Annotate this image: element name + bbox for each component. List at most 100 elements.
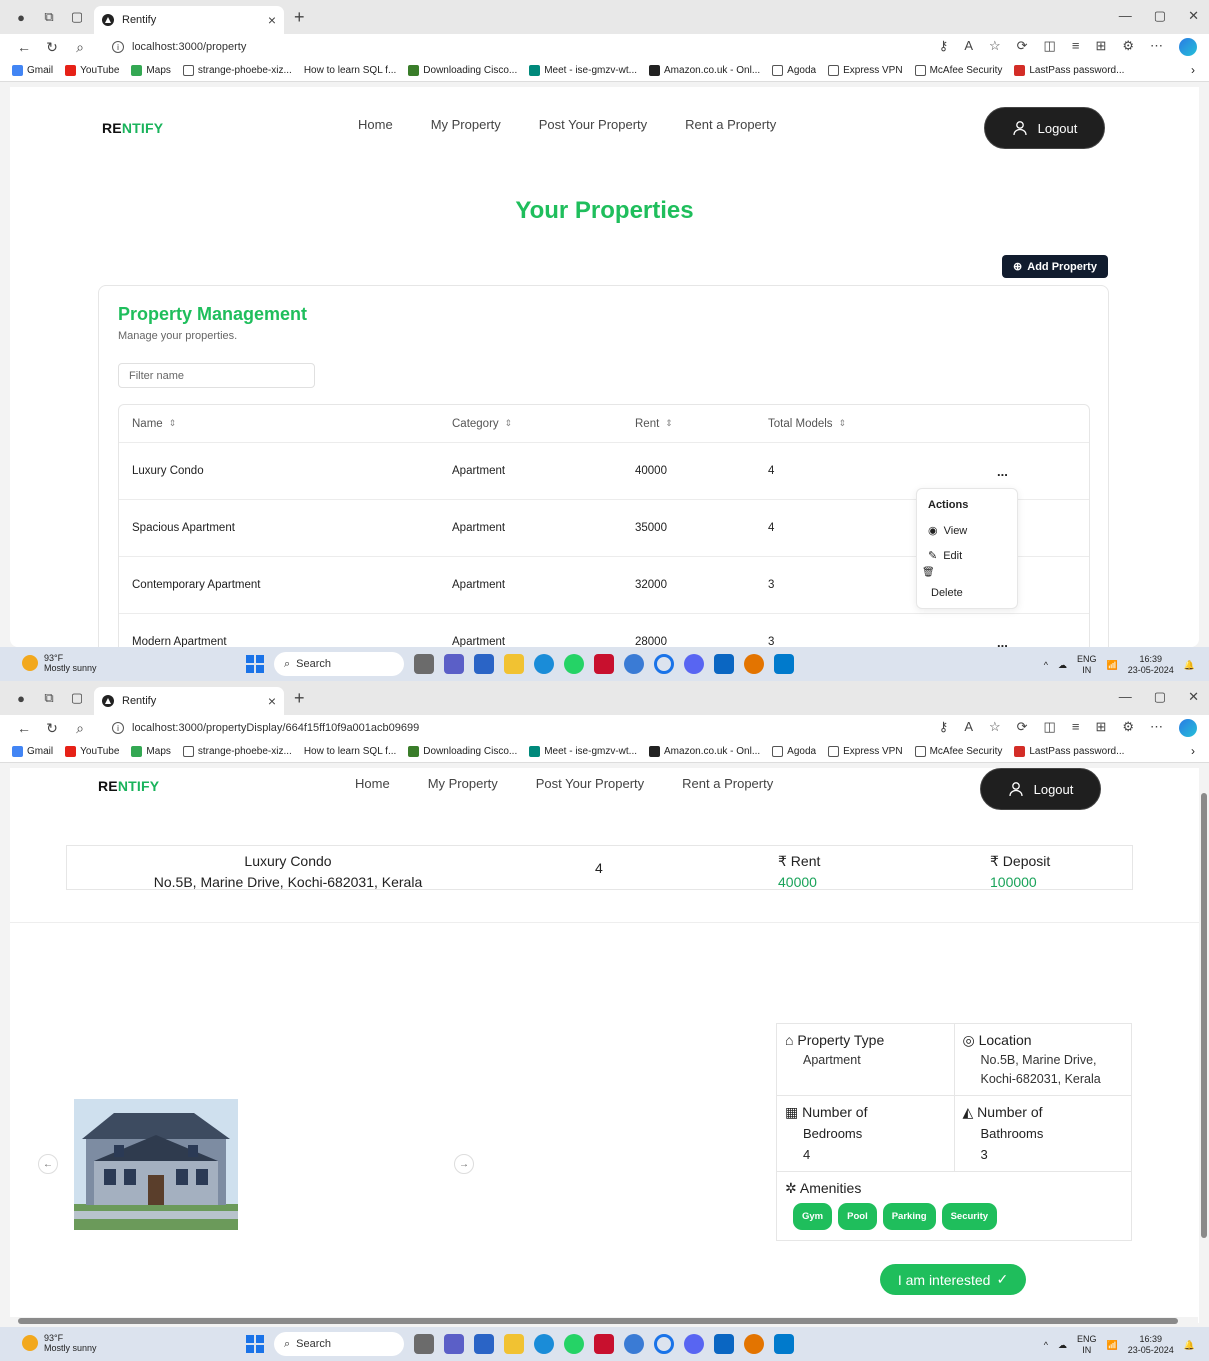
logout-button[interactable]: Logout [984,107,1105,149]
nav-home[interactable]: Home [355,776,390,791]
bookmark-lastpass[interactable]: LastPass password... [1014,746,1124,757]
url-field[interactable]: i localhost:3000/property [112,41,246,53]
bookmark-amazon[interactable]: Amazon.co.uk - Onl... [649,746,760,757]
scroll-thumb[interactable] [1201,793,1207,1238]
close-window-icon[interactable]: ✕ [1188,8,1199,24]
bookmark-mcafee[interactable]: McAfee Security [914,65,1002,76]
bookmark-lastpass[interactable]: LastPass password... [1014,65,1124,76]
bookmark-sql[interactable]: How to learn SQL f... [304,65,396,76]
favorite-star-icon[interactable]: ☆ [989,719,1001,737]
extensions-icon[interactable]: ⟳ [1017,719,1028,737]
search-icon[interactable]: ⌕ [66,720,94,737]
tab-actions-icon[interactable]: ▢ [66,687,88,709]
bookmark-mcafee[interactable]: McAfee Security [914,746,1002,757]
minimize-icon[interactable]: — [1119,689,1132,705]
brand-logo[interactable]: RENTIFY [98,778,159,794]
cortana-icon[interactable] [654,1334,674,1354]
mail-icon[interactable] [714,654,734,674]
chrome-icon[interactable] [624,1334,644,1354]
column-rent[interactable]: Rent ⇕ [635,405,673,442]
discord-icon[interactable] [684,1334,704,1354]
widgets-icon[interactable] [474,654,494,674]
profile-icon[interactable]: ● [10,687,32,709]
key-icon[interactable]: ⚷ [939,38,949,56]
nav-my-property[interactable]: My Property [431,117,501,132]
taskbar-search[interactable]: ⌕ Search [274,652,404,676]
collections-icon[interactable]: ⊞ [1095,719,1106,737]
read-aloud-icon[interactable]: A [964,719,973,737]
restore-icon[interactable]: ▢ [1154,8,1166,24]
clock[interactable]: 16:39 23-05-2024 [1128,654,1174,676]
bookmark-strange[interactable]: strange-phoebe-xiz... [182,746,292,757]
workspaces-icon[interactable]: ⧉ [38,6,60,28]
close-icon[interactable]: × [268,693,276,709]
nav-my-property[interactable]: My Property [428,776,498,791]
bookmark-youtube[interactable]: YouTube [65,746,119,757]
favorites-icon[interactable]: ≡ [1072,38,1080,56]
vscode-icon[interactable] [774,654,794,674]
favorite-star-icon[interactable]: ☆ [989,38,1001,56]
edge-icon[interactable] [534,1334,554,1354]
browser-tab[interactable]: Rentify × [94,687,284,715]
file-explorer-icon[interactable] [504,1334,524,1354]
copilot-icon[interactable] [1179,719,1197,737]
discord-icon[interactable] [684,654,704,674]
nav-post-property[interactable]: Post Your Property [539,117,647,132]
bookmark-meet[interactable]: Meet - ise-gmzv-wt... [529,65,637,76]
wifi-icon[interactable]: 📶 [1107,660,1118,671]
more-icon[interactable]: ⋯ [1150,719,1163,737]
back-icon[interactable]: ← [10,39,38,55]
key-icon[interactable]: ⚷ [939,719,949,737]
bookmark-maps[interactable]: Maps [131,65,171,76]
chrome-profile-icon[interactable] [744,1334,764,1354]
language-indicator[interactable]: ENG IN [1077,654,1097,676]
vscode-icon[interactable] [774,1334,794,1354]
chevron-up-icon[interactable]: ^ [1044,660,1048,670]
chevron-up-icon[interactable]: ^ [1044,1340,1048,1350]
wifi-icon[interactable]: 📶 [1107,1340,1118,1351]
read-aloud-icon[interactable]: A [964,38,973,56]
column-category[interactable]: Category ⇕ [452,405,512,442]
copilot-icon[interactable] [1179,38,1197,56]
carousel-prev-button[interactable]: ← [38,1154,58,1174]
tab-actions-icon[interactable]: ▢ [66,6,88,28]
split-screen-icon[interactable]: ◫ [1044,38,1056,56]
nav-home[interactable]: Home [358,117,393,132]
bookmark-amazon[interactable]: Amazon.co.uk - Onl... [649,65,760,76]
browser-tab[interactable]: Rentify × [94,6,284,34]
task-view-icon[interactable] [414,654,434,674]
chevron-right-icon[interactable]: › [1191,63,1195,77]
menu-item-view[interactable]: ◉ View [928,524,967,538]
column-name[interactable]: Name ⇕ [132,405,176,442]
bookmark-agoda[interactable]: Agoda [772,65,816,76]
taskbar-search[interactable]: ⌕ Search [274,1332,404,1356]
new-tab-icon[interactable]: + [294,7,305,28]
mail-icon[interactable] [714,1334,734,1354]
info-icon[interactable]: i [112,41,124,53]
row-actions-button[interactable]: ... [997,614,1008,648]
bookmark-gmail[interactable]: Gmail [12,65,53,76]
language-indicator[interactable]: ENG IN [1077,1334,1097,1356]
bookmark-strange[interactable]: strange-phoebe-xiz... [182,65,292,76]
vertical-scrollbar[interactable] [1199,768,1209,1323]
brand-logo[interactable]: RENTIFY [102,120,163,136]
whatsapp-icon[interactable] [564,1334,584,1354]
nav-rent-property[interactable]: Rent a Property [685,117,776,132]
menu-item-delete[interactable]: Delete [931,587,963,599]
cortana-icon[interactable] [654,654,674,674]
minimize-icon[interactable]: — [1119,8,1132,24]
filter-name-input[interactable] [118,363,315,388]
bookmark-agoda[interactable]: Agoda [772,746,816,757]
bookmark-maps[interactable]: Maps [131,746,171,757]
performance-icon[interactable]: ⚙ [1122,719,1134,737]
split-screen-icon[interactable]: ◫ [1044,719,1056,737]
bookmark-expressvpn[interactable]: Express VPN [828,65,903,76]
collections-icon[interactable]: ⊞ [1095,38,1106,56]
menu-item-edit[interactable]: ✎ Edit [928,549,962,563]
logout-button[interactable]: Logout [980,768,1101,810]
cloud-icon[interactable]: ☁ [1058,660,1067,671]
task-view-icon[interactable] [414,1334,434,1354]
bookmark-cisco[interactable]: Downloading Cisco... [408,65,517,76]
scroll-thumb[interactable] [18,1318,1178,1324]
close-window-icon[interactable]: ✕ [1188,689,1199,705]
